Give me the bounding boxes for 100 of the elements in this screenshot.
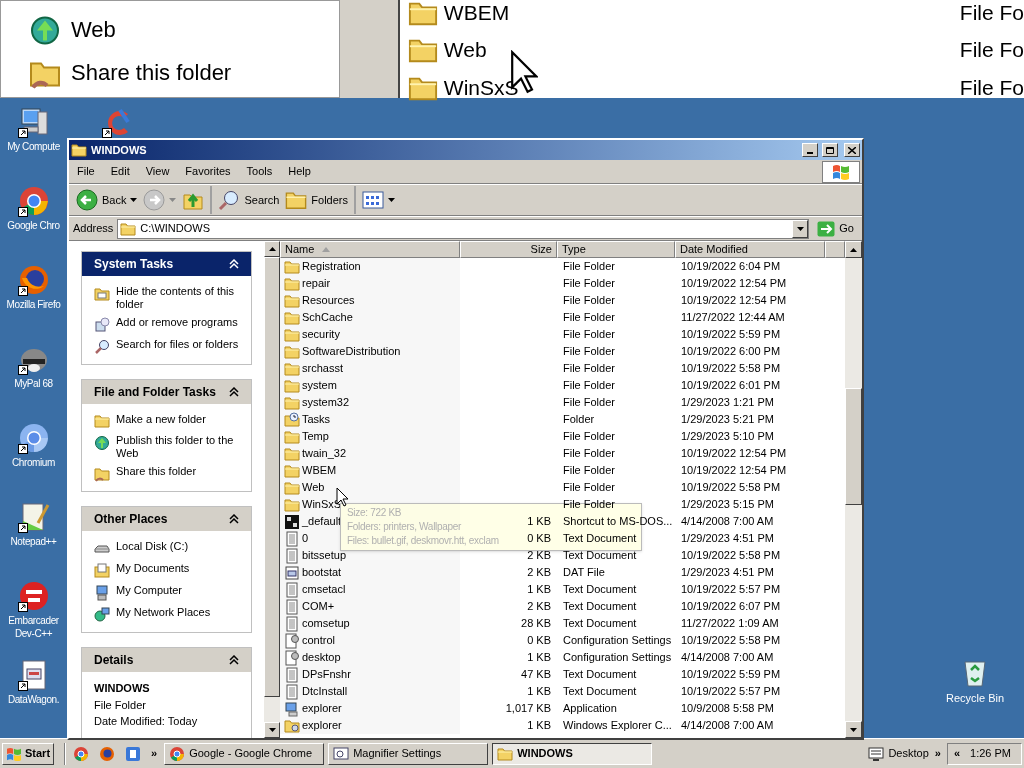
task-link[interactable]: Add or remove programs	[116, 316, 238, 329]
panel-header[interactable]: Other Places	[82, 507, 251, 531]
file-type: Text Document	[563, 685, 637, 698]
desktop-icon-label[interactable]: Mozilla Firefo	[6, 298, 61, 311]
folders-icon	[285, 189, 308, 211]
panel-title: System Tasks	[94, 256, 174, 273]
desktop-toolbar-label[interactable]: Desktop	[888, 745, 929, 762]
scroll-down-button[interactable]	[264, 722, 280, 738]
desktop-icon-label[interactable]: Recycle Bin	[945, 690, 1005, 707]
task-link[interactable]: Publish this folder to the Web	[116, 434, 239, 460]
minimize-button[interactable]	[802, 143, 818, 157]
file-type: Windows Explorer C...	[563, 719, 672, 732]
file-name[interactable]: system	[302, 377, 337, 394]
task-link[interactable]: Make a new folder	[116, 413, 206, 426]
menu-item[interactable]: View	[137, 163, 178, 180]
file-size: 0 KB	[527, 531, 551, 547]
file-type: Text Document	[563, 668, 637, 681]
task-link[interactable]: Share this folder	[116, 465, 197, 478]
collapse-icon[interactable]	[229, 387, 239, 397]
task-link[interactable]: Hide the contents of this folder	[116, 285, 239, 311]
file-name[interactable]: Temp	[302, 428, 329, 445]
taskbar-button[interactable]: Google - Google Chrome	[164, 742, 325, 765]
column-header[interactable]: Type	[557, 241, 675, 258]
collapse-icon[interactable]	[229, 514, 239, 524]
file-name[interactable]: WBEM	[302, 462, 337, 479]
taskbar-button[interactable]: WINDOWS	[492, 742, 653, 765]
scroll-up-button[interactable]	[845, 241, 862, 258]
browser-icon[interactable]	[17, 185, 50, 217]
details-text: File Folder	[94, 697, 147, 713]
column-header[interactable]: Size	[460, 241, 557, 258]
magnified-file-name: Web	[443, 37, 487, 64]
folder-icon	[284, 496, 300, 513]
task-link[interactable]: Local Disk (C:)	[116, 540, 189, 553]
folder-icon	[284, 258, 300, 275]
menu-item[interactable]: Edit	[102, 163, 138, 180]
file-date: 4/14/2008 7:00 AM	[681, 651, 774, 664]
more-button[interactable]: »	[148, 745, 161, 762]
desktop-icon-label[interactable]: Embarcader Dev-C++	[8, 614, 59, 640]
file-name[interactable]: Web	[302, 479, 325, 496]
file-type: File Folder	[563, 447, 615, 460]
task-link[interactable]: Search for files or folders	[116, 338, 239, 351]
menu-item[interactable]: Favorites	[177, 163, 239, 180]
desktop-icon-label[interactable]: Chromium	[12, 456, 55, 469]
browser-icon[interactable]	[17, 264, 50, 296]
tray-expand-button[interactable]: «	[953, 745, 961, 762]
folder-icon	[284, 428, 300, 445]
go-button[interactable]: Go	[813, 220, 858, 237]
column-header[interactable]: Name	[280, 241, 460, 258]
scroll-thumb[interactable]	[845, 388, 862, 505]
folder-clock-icon	[284, 411, 300, 428]
taskbar-button[interactable]: Magnifier Settings	[328, 742, 489, 765]
file-type: DAT File	[563, 566, 605, 579]
desktop-toolbar-icon[interactable]	[868, 745, 885, 762]
file-name[interactable]: Tasks	[302, 411, 331, 428]
views-button[interactable]	[354, 186, 398, 214]
maximize-button[interactable]	[822, 143, 838, 157]
file-name[interactable]: control	[302, 632, 336, 649]
search-button[interactable]: Search	[210, 186, 283, 214]
file-date: 1/29/2023 5:10 PM	[681, 430, 774, 443]
column-header[interactable]: Date Modified	[675, 241, 825, 258]
file-name[interactable]: _default	[302, 513, 342, 530]
scroll-down-button[interactable]	[845, 721, 862, 738]
file-type: Folder	[563, 413, 595, 426]
back-button[interactable]: Back	[73, 186, 141, 214]
file-date: 1/29/2023 4:51 PM	[681, 532, 774, 545]
folders-button[interactable]: Folders	[282, 186, 351, 214]
more-button[interactable]: »	[932, 745, 943, 762]
browser-icon[interactable]	[17, 422, 50, 454]
menu-item[interactable]: File	[69, 163, 103, 180]
close-button[interactable]	[844, 143, 860, 157]
app-icon[interactable]	[17, 580, 50, 612]
desktop-icon-label[interactable]: DataWagon.	[7, 693, 60, 706]
scroll-up-button[interactable]	[264, 241, 280, 257]
file-date: 10/19/2022 5:59 PM	[681, 668, 781, 681]
task-link[interactable]: My Computer	[116, 584, 183, 597]
shortcut-arrow-icon	[17, 444, 28, 454]
file-date: 10/19/2022 5:58 PM	[681, 362, 781, 375]
browser-icon	[73, 745, 90, 762]
panel-header[interactable]: File and Folder Tasks	[82, 380, 251, 404]
dropdown-button[interactable]	[792, 219, 809, 238]
desktop-icon-label[interactable]: Notepad++	[10, 535, 57, 548]
desktop-icon-label[interactable]: Google Chro	[7, 219, 60, 232]
desktop-icon-label[interactable]: My Compute	[7, 140, 60, 153]
address-field[interactable]: C:\WINDOWS	[117, 218, 810, 239]
menu-item[interactable]: Help	[280, 163, 319, 180]
menu-item[interactable]: Tools	[238, 163, 281, 180]
collapse-icon[interactable]	[229, 655, 239, 665]
start-button[interactable]: Start	[2, 742, 55, 765]
desktop-icon-label[interactable]: MyPal 68	[14, 377, 53, 390]
scrollbar[interactable]	[845, 241, 862, 738]
panel-header[interactable]: Details	[82, 648, 251, 672]
file-name[interactable]: 0	[302, 530, 309, 547]
down-arrow-icon	[268, 728, 276, 732]
file-name[interactable]: COM+	[302, 598, 335, 615]
file-type: Configuration Settings	[563, 651, 672, 664]
task-link[interactable]: My Documents	[116, 562, 190, 575]
task-link[interactable]: My Network Places	[116, 606, 211, 619]
panel-header[interactable]: System Tasks	[82, 252, 251, 276]
file-name[interactable]: repair	[302, 275, 331, 292]
file-size: 2 KB	[527, 565, 551, 581]
